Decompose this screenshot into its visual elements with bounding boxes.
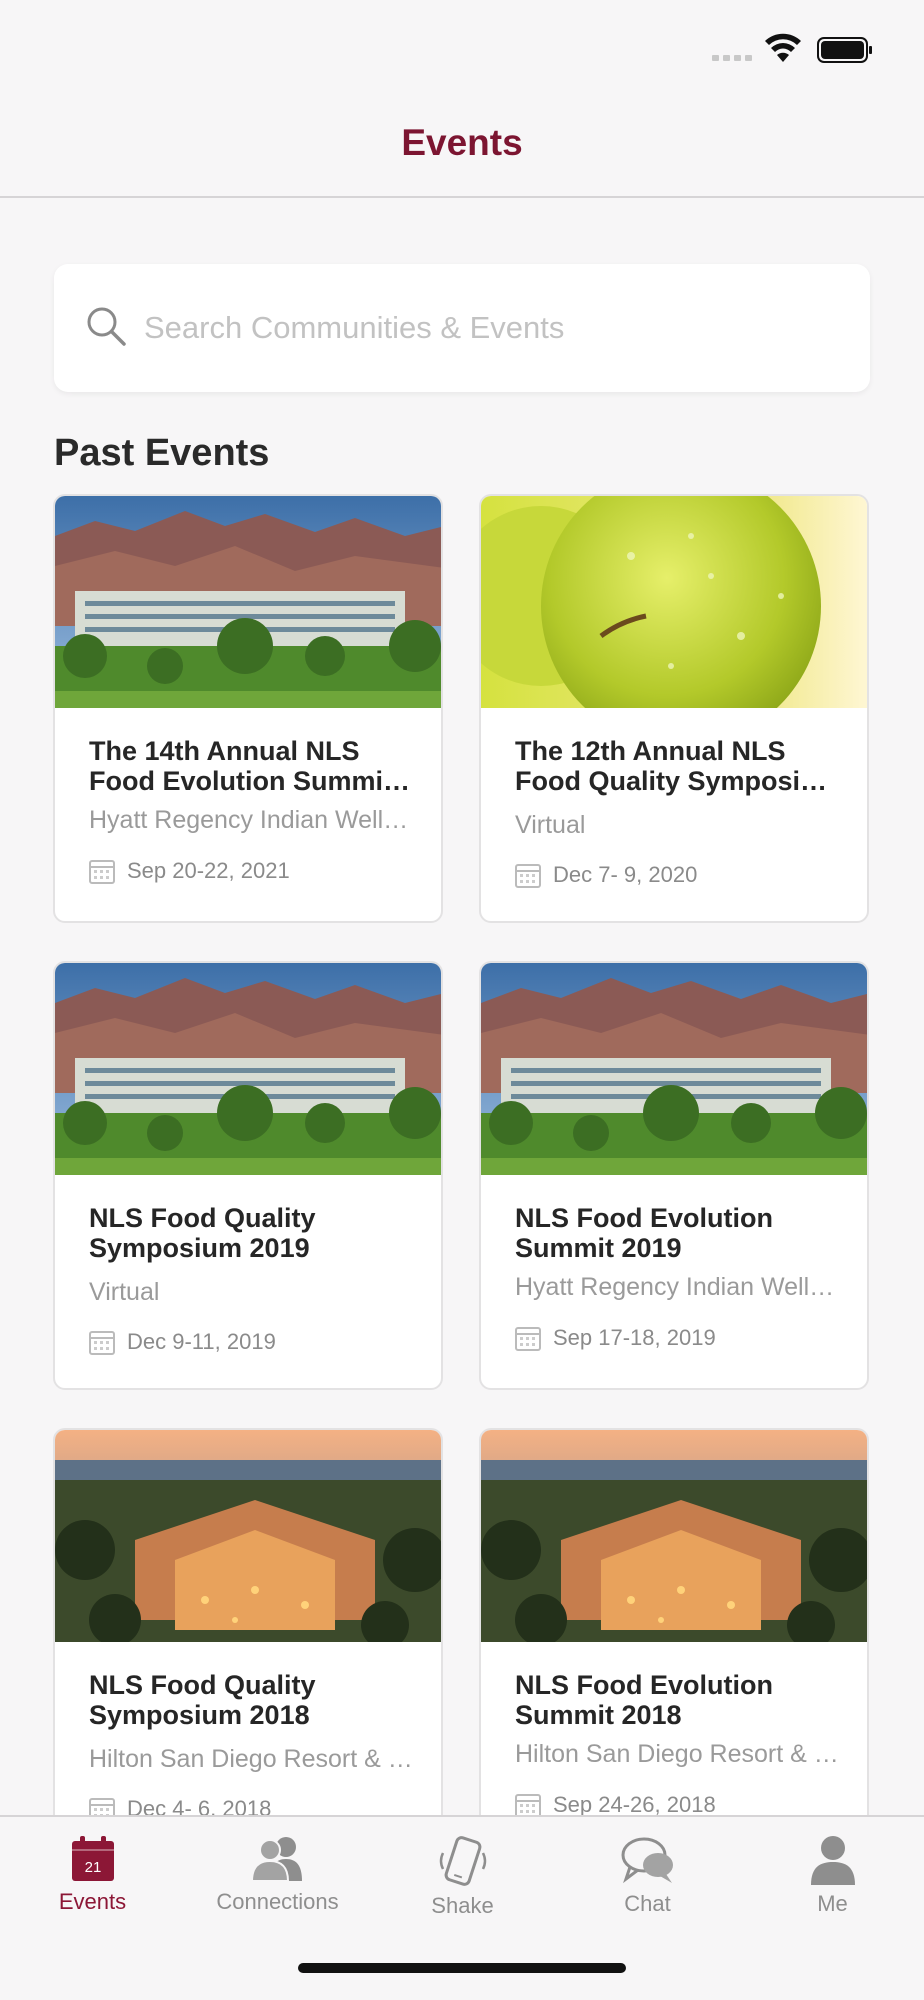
page-title: Events — [401, 122, 523, 163]
nav-header: Events — [0, 100, 924, 198]
battery-icon — [817, 37, 872, 63]
event-title: NLS Food Evolution Summit 2019 — [515, 1203, 773, 1263]
event-image — [55, 963, 443, 1175]
event-date-row: Dec 4- 6, 2018 — [89, 1796, 271, 1815]
event-image — [55, 496, 443, 708]
event-date: Dec 7- 9, 2020 — [553, 862, 698, 887]
signal-icon — [712, 55, 752, 61]
event-date-row: Sep 17-18, 2019 — [515, 1325, 716, 1351]
event-image — [481, 1430, 869, 1642]
chat-bubbles-icon — [621, 1837, 673, 1884]
section-title-past-events: Past Events — [54, 432, 270, 474]
tab-label: Chat — [624, 1891, 671, 1916]
calendar-icon — [515, 1794, 541, 1815]
search-bar[interactable] — [54, 264, 870, 392]
event-title: The 14th Annual NLS Food Evolution Summi… — [89, 736, 410, 796]
search-icon — [87, 307, 126, 346]
event-location: Virtual — [515, 811, 586, 839]
tab-me[interactable]: Me — [740, 1835, 924, 1935]
tab-events[interactable]: 21 Events — [0, 1835, 185, 1935]
event-image — [55, 1430, 443, 1642]
tab-connections[interactable]: Connections — [185, 1835, 370, 1935]
calendar-icon — [89, 1798, 115, 1815]
calendar-badge: 21 — [84, 1859, 101, 1876]
event-date-row: Sep 24-26, 2018 — [515, 1792, 716, 1815]
event-image — [481, 496, 869, 708]
event-date: Sep 24-26, 2018 — [553, 1792, 716, 1815]
tab-shake[interactable]: Shake — [370, 1835, 555, 1935]
event-card[interactable]: NLS Food Evolution Summit 2019 Hyatt Reg… — [479, 961, 869, 1390]
event-title: NLS Food Evolution Summit 2018 — [515, 1670, 773, 1730]
event-title: The 12th Annual NLS Food Quality Symposi… — [515, 736, 828, 796]
event-card[interactable]: NLS Food Quality Symposium 2019 Virtual … — [53, 961, 443, 1390]
event-date: Dec 9-11, 2019 — [127, 1329, 276, 1354]
event-image — [481, 963, 869, 1175]
search-input[interactable] — [144, 298, 844, 358]
tab-label: Connections — [216, 1889, 339, 1914]
home-indicator — [298, 1963, 626, 1973]
event-location: Hyatt Regency Indian Wells… — [515, 1273, 845, 1301]
event-location: Hyatt Regency Indian Wells… — [89, 806, 419, 834]
event-date: Dec 4- 6, 2018 — [127, 1796, 272, 1815]
event-date-row: Sep 20-22, 2021 — [89, 858, 290, 884]
event-location: Virtual — [89, 1278, 160, 1306]
calendar-icon — [89, 860, 115, 884]
event-card[interactable]: NLS Food Quality Symposium 2018 Hilton S… — [53, 1428, 443, 1815]
person-icon — [810, 1836, 855, 1885]
event-card[interactable]: The 14th Annual NLS Food Evolution Summi… — [53, 494, 443, 923]
tab-label: Events — [58, 1889, 127, 1914]
tab-chat[interactable]: Chat — [555, 1835, 740, 1935]
phone-shake-icon — [439, 1836, 486, 1886]
calendar-icon: 21 — [71, 1836, 114, 1881]
calendar-icon — [89, 1331, 115, 1355]
event-title: NLS Food Quality Symposium 2018 — [89, 1670, 316, 1730]
event-card[interactable]: The 12th Annual NLS Food Quality Symposi… — [479, 494, 869, 923]
tab-label: Me — [817, 1891, 848, 1916]
tab-label: Shake — [431, 1893, 494, 1918]
people-icon — [250, 1837, 302, 1882]
wifi-icon — [765, 33, 801, 62]
event-date-row: Dec 9-11, 2019 — [89, 1329, 276, 1355]
event-title: NLS Food Quality Symposium 2019 — [89, 1203, 316, 1263]
event-date: Sep 20-22, 2021 — [127, 858, 290, 883]
calendar-icon — [515, 1327, 541, 1351]
event-date: Sep 17-18, 2019 — [553, 1325, 716, 1350]
event-location: Hilton San Diego Resort & S… — [89, 1745, 419, 1773]
content-area: Events Past Events The 14th Annual NLS F… — [0, 0, 924, 1815]
event-date-row: Dec 7- 9, 2020 — [515, 862, 697, 888]
event-card[interactable]: NLS Food Evolution Summit 2018 Hilton Sa… — [479, 1428, 869, 1815]
status-bar — [0, 0, 924, 100]
calendar-icon — [515, 864, 541, 888]
event-location: Hilton San Diego Resort & S… — [515, 1740, 845, 1768]
